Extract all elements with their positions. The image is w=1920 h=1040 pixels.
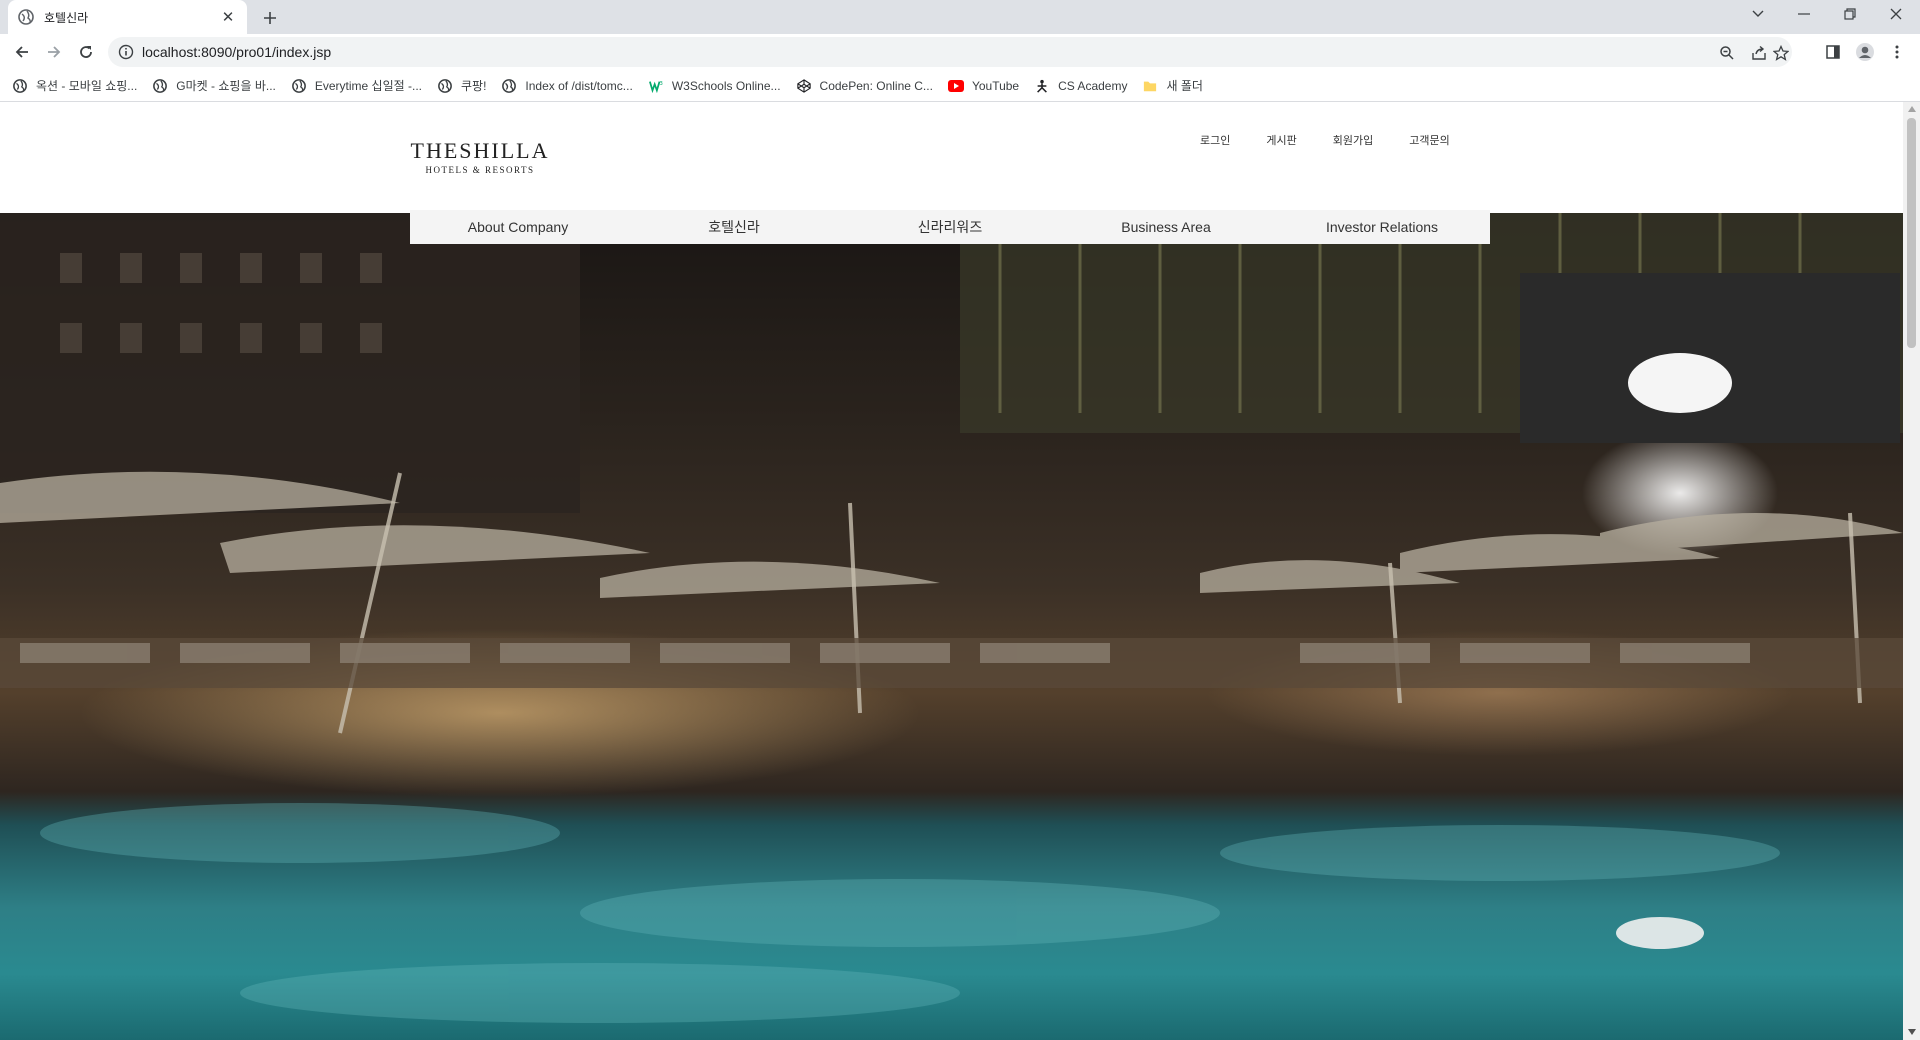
minimize-button[interactable] — [1782, 0, 1826, 28]
tab-strip: 호텔신라 ✕ — [0, 0, 1920, 34]
close-window-button[interactable] — [1874, 0, 1918, 28]
globe-icon — [12, 78, 28, 94]
bookmark-item[interactable]: 옥션 - 모바일 쇼핑... — [12, 77, 137, 94]
bookmark-label: CodePen: Online C... — [819, 78, 933, 93]
arrow-right-icon — [48, 46, 61, 58]
side-panel-icon[interactable] — [1822, 42, 1844, 62]
nav-investor-relations[interactable]: Investor Relations — [1274, 219, 1490, 235]
globe-icon — [501, 78, 517, 94]
globe-icon — [152, 78, 168, 94]
minimize-icon — [1798, 13, 1810, 15]
login-link[interactable]: 로그인 — [1200, 132, 1230, 148]
more-menu-icon[interactable] — [1886, 42, 1908, 62]
reload-icon — [80, 46, 92, 58]
signup-link[interactable]: 회원가입 — [1333, 132, 1373, 148]
bookmark-item[interactable]: 3 W3Schools Online... — [648, 78, 781, 94]
bookmark-item[interactable]: YouTube — [947, 78, 1020, 94]
cs-academy-icon — [1034, 78, 1050, 94]
bookmark-item[interactable]: 쿠팡! — [437, 77, 486, 94]
logo-subtitle: HOTELS & RESORTS — [425, 165, 535, 175]
share-icon[interactable] — [1750, 44, 1768, 62]
chevron-down-icon — [1752, 10, 1764, 17]
nav-shilla-rewards[interactable]: 신라리워즈 — [842, 217, 1058, 237]
bookmarks-bar: 옥션 - 모바일 쇼핑... G마켓 - 쇼핑을 바... Everytime … — [0, 70, 1920, 102]
nav-hotel-shilla[interactable]: 호텔신라 — [626, 217, 842, 237]
globe-icon — [437, 78, 453, 94]
scroll-down-icon[interactable] — [1907, 1028, 1916, 1036]
close-icon[interactable]: ✕ — [219, 8, 237, 26]
globe-icon — [291, 78, 307, 94]
reload-button[interactable] — [72, 40, 100, 64]
bookmark-item[interactable]: G마켓 - 쇼핑을 바... — [152, 77, 276, 94]
restore-icon — [1844, 8, 1856, 20]
hero-illustration — [0, 213, 1903, 1023]
scroll-up-icon[interactable] — [1907, 105, 1916, 113]
youtube-icon — [947, 78, 964, 94]
star-icon[interactable] — [1772, 44, 1790, 62]
bookmark-label: 새 폴더 — [1166, 79, 1203, 93]
page-scrollbar[interactable] — [1903, 102, 1920, 1040]
shilla-logo[interactable]: THESHILLA HOTELS & RESORTS — [410, 138, 550, 175]
bookmark-label: G마켓 - 쇼핑을 바... — [176, 79, 276, 93]
plus-icon — [264, 12, 276, 24]
new-tab-button[interactable] — [258, 6, 282, 30]
back-button[interactable] — [8, 40, 36, 64]
bookmark-label: 옥션 - 모바일 쇼핑... — [36, 79, 138, 93]
codepen-icon — [796, 78, 812, 94]
close-icon — [1890, 8, 1902, 20]
zoom-icon[interactable] — [1718, 44, 1736, 62]
svg-text:3: 3 — [659, 81, 662, 87]
browser-tab[interactable]: 호텔신라 ✕ — [8, 0, 247, 34]
tab-search-button[interactable] — [1736, 0, 1780, 28]
contact-link[interactable]: 고객문의 — [1409, 132, 1449, 148]
page-viewport: THESHILLA HOTELS & RESORTS 로그인 게시판 회원가입 … — [0, 102, 1903, 1040]
bookmark-item[interactable]: CS Academy — [1034, 78, 1127, 94]
profile-avatar-icon[interactable] — [1854, 42, 1876, 62]
hero-image — [0, 213, 1903, 1040]
bookmark-label: Everytime 십일절 -... — [314, 79, 422, 93]
info-icon[interactable] — [118, 44, 134, 60]
bookmark-item[interactable]: CodePen: Online C... — [796, 78, 933, 94]
bookmark-label: W3Schools Online... — [671, 78, 781, 93]
bookmark-label: YouTube — [971, 78, 1020, 93]
bookmark-label: Index of /dist/tomc... — [525, 78, 633, 93]
tab-title: 호텔신라 — [44, 10, 89, 25]
bookmark-label: CS Academy — [1058, 78, 1128, 93]
address-bar[interactable]: localhost:8090/pro01/index.jsp — [108, 37, 1792, 67]
bookmark-item[interactable]: 새 폴더 — [1142, 77, 1203, 94]
board-link[interactable]: 게시판 — [1266, 132, 1296, 148]
folder-icon — [1142, 78, 1158, 94]
browser-toolbar: localhost:8090/pro01/index.jsp — [0, 34, 1920, 70]
scrollbar-thumb[interactable] — [1907, 118, 1916, 348]
restore-button[interactable] — [1828, 0, 1872, 28]
main-nav: About Company 호텔신라 신라리워즈 Business Area I… — [410, 210, 1490, 244]
w3schools-icon: 3 — [648, 78, 664, 94]
nav-about-company[interactable]: About Company — [410, 219, 626, 235]
forward-button[interactable] — [40, 40, 68, 64]
utility-nav: 로그인 게시판 회원가입 고객문의 — [1200, 132, 1486, 148]
logo-title: THESHILLA — [410, 138, 550, 163]
arrow-left-icon — [15, 46, 28, 58]
url-text: localhost:8090/pro01/index.jsp — [142, 44, 332, 60]
bookmark-item[interactable]: Everytime 십일절 -... — [291, 77, 422, 94]
nav-business-area[interactable]: Business Area — [1058, 219, 1274, 235]
bookmark-item[interactable]: Index of /dist/tomc... — [501, 78, 633, 94]
globe-icon — [18, 9, 34, 25]
bookmark-label: 쿠팡! — [461, 79, 487, 93]
